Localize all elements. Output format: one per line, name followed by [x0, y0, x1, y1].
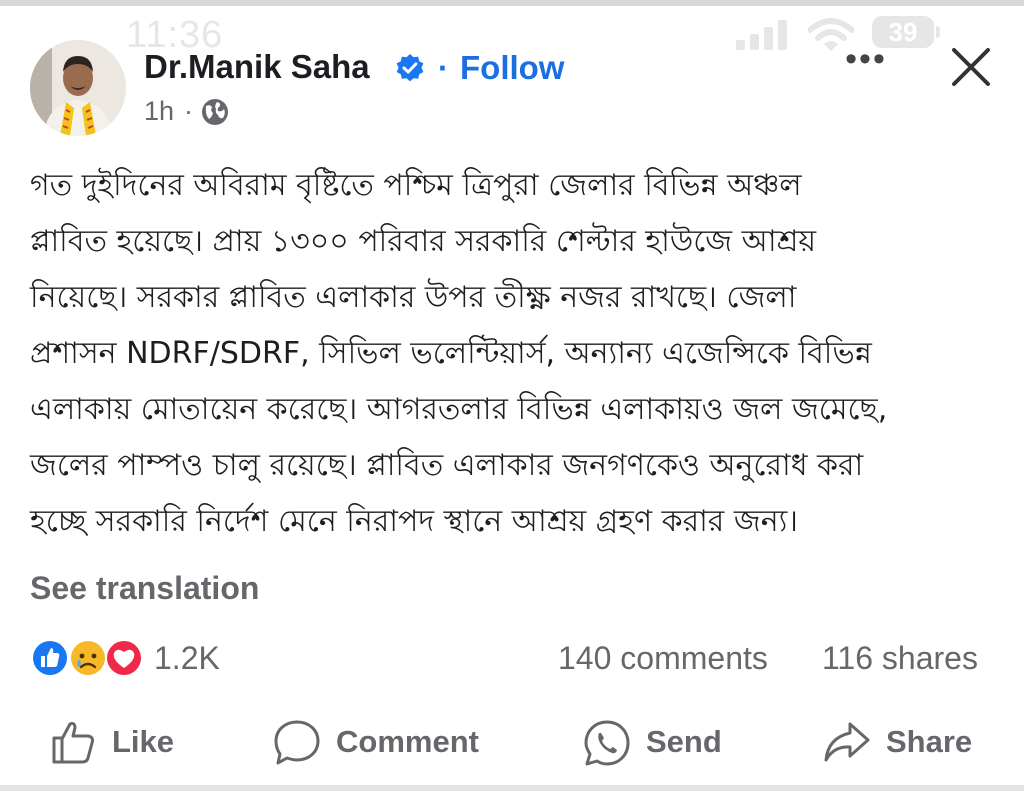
reaction-count[interactable]: 1.2K — [154, 640, 220, 677]
send-button[interactable]: Send — [582, 712, 732, 772]
follow-separator: · — [438, 50, 449, 86]
comments-count[interactable]: 140 comments — [558, 640, 768, 677]
like-button[interactable]: Like — [50, 712, 180, 772]
post-detail-screen: 11:36 39 Dr.Manik Saha · Follow 1h · •••… — [0, 0, 1024, 791]
timestamp-separator: · — [184, 96, 193, 126]
post-text-line: প্রশাসন NDRF/SDRF, সিভিল ভলেন্টিয়ার্স, … — [30, 336, 872, 371]
comment-button[interactable]: Comment — [272, 712, 492, 772]
bottom-divider — [0, 785, 1024, 791]
post-text-line: হচ্ছে সরকারি নির্দেশ মেনে নিরাপদ স্থানে … — [30, 504, 799, 539]
post-text: গত দুইদিনের অবিরাম বৃষ্টিতে পশ্চিম ত্রিপ… — [30, 158, 990, 550]
reaction-icons[interactable] — [28, 636, 148, 680]
thumbs-up-icon — [52, 722, 94, 764]
globe-icon — [202, 99, 228, 125]
sad-reaction-icon — [69, 639, 107, 677]
share-icon — [824, 722, 870, 762]
author-avatar[interactable] — [30, 40, 126, 136]
post-text-line: জলের পাম্পও চালু রয়েছে। প্লাবিত এলাকার … — [30, 448, 864, 483]
shares-count[interactable]: 116 shares — [822, 640, 978, 677]
post-text-line: নিয়েছে। সরকার প্লাবিত এলাকার উপর তীক্ষ্… — [30, 280, 797, 315]
verified-badge-icon — [396, 54, 424, 82]
comment-label: Comment — [336, 724, 479, 759]
like-label: Like — [112, 724, 175, 759]
post-timestamp[interactable]: 1h — [144, 96, 174, 127]
whatsapp-send-icon — [584, 720, 630, 766]
battery-tip — [936, 26, 940, 38]
share-label: Share — [886, 724, 973, 759]
like-reaction-icon — [31, 639, 69, 677]
cellular-signal-icon — [736, 20, 787, 50]
post-text-line: এলাকায় মোতায়েন করেছে। আগরতলার বিভিন্ন … — [30, 392, 888, 427]
avatar-image — [30, 40, 126, 136]
comment-icon — [274, 720, 320, 765]
close-icon[interactable] — [948, 44, 994, 90]
follow-button[interactable]: Follow — [460, 49, 564, 87]
action-bar: Like Comment Send Share — [0, 712, 1024, 776]
see-translation-link[interactable]: See translation — [30, 570, 259, 607]
send-label: Send — [646, 724, 722, 759]
more-options-button[interactable]: ••• — [842, 42, 890, 84]
post-text-line: গত দুইদিনের অবিরাম বৃষ্টিতে পশ্চিম ত্রিপ… — [30, 168, 802, 203]
heart-reaction-icon — [105, 639, 143, 677]
author-name[interactable]: Dr.Manik Saha — [144, 48, 370, 86]
share-button[interactable]: Share — [822, 712, 982, 772]
reaction-icons-group — [31, 639, 143, 677]
post-text-line: প্লাবিত হয়েছে। প্রায় ১৩০০ পরিবার সরকার… — [30, 224, 817, 259]
